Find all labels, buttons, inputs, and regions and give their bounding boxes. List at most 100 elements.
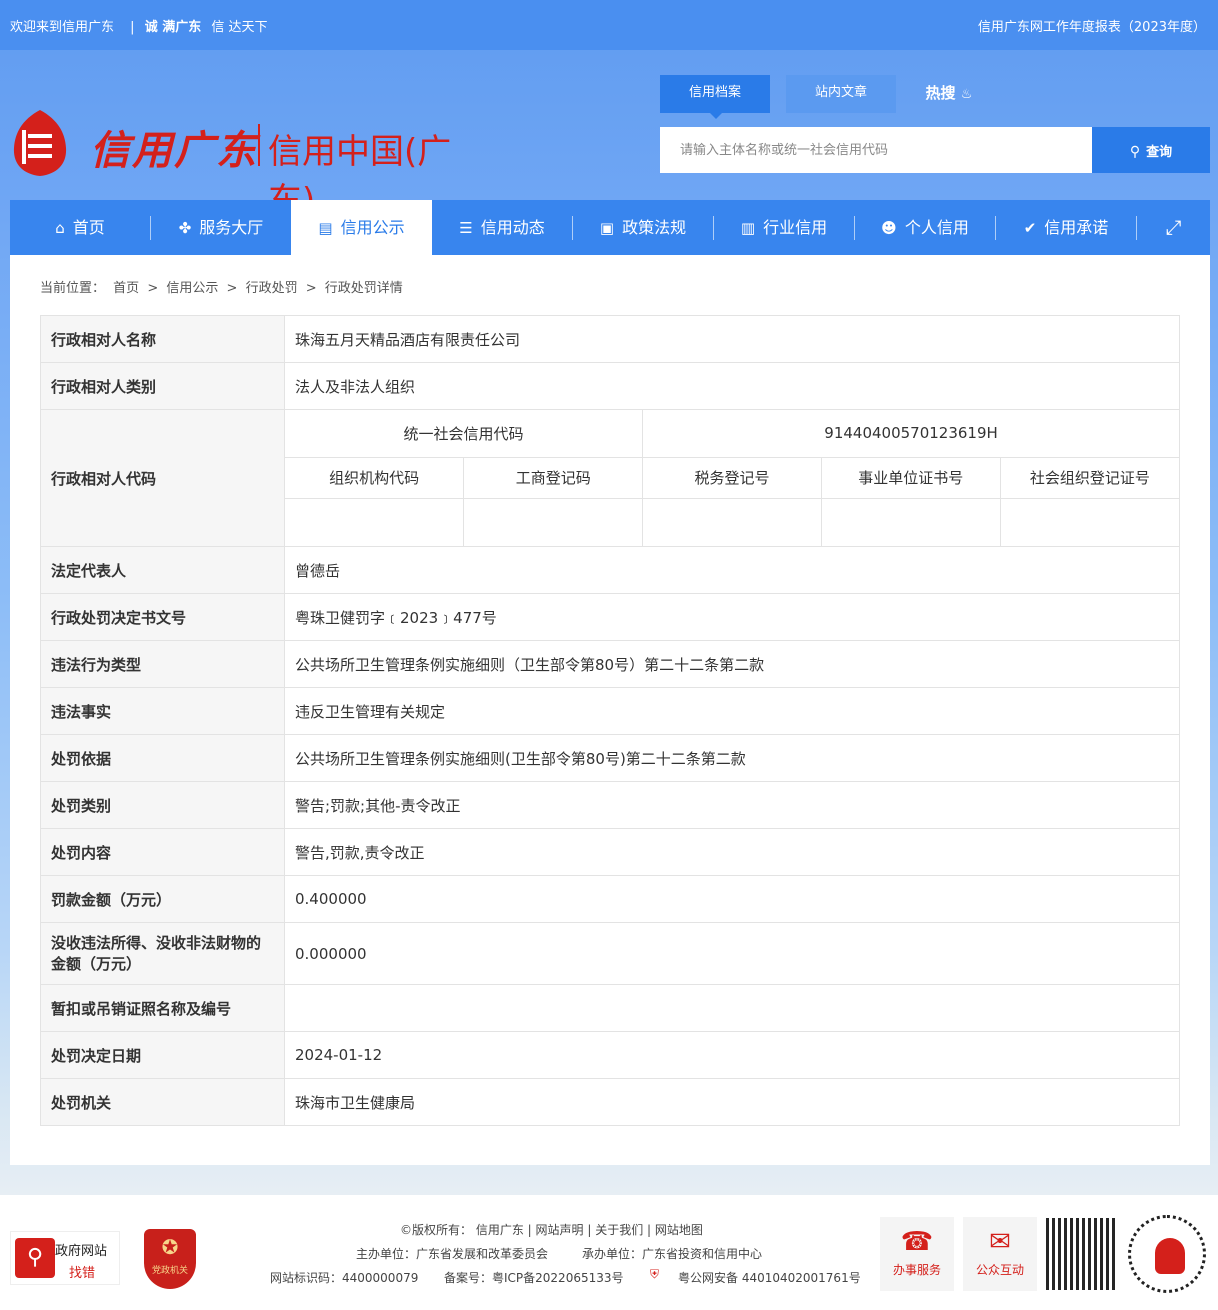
code-grid: 统一社会信用代码 91440400570123619H 组织机构代码 工商登记码… (285, 410, 1179, 546)
table-row: 没收违法所得、没收非法财物的金额（万元） 0.000000 (40, 922, 1180, 985)
search-button-label: 查询 (1146, 144, 1173, 160)
logo-brand-text: 信用广东 (90, 127, 258, 174)
field-label: 行政处罚决定书文号 (40, 593, 285, 641)
breadcrumb-sep: > (147, 281, 159, 296)
mini-program-code-icon (1128, 1215, 1206, 1293)
content-panel: 当前位置： 首页 > 信用公示 > 行政处罚 > 行政处罚详情 行政相对人名称 … (10, 255, 1210, 1165)
table-row: 处罚内容 警告,罚款,责令改正 (40, 828, 1180, 876)
footer-link-home[interactable]: 信用广东 (476, 1223, 524, 1237)
message-icon: ✉ (989, 1227, 1011, 1257)
field-label: 处罚决定日期 (40, 1031, 285, 1079)
uscc-label: 统一社会信用代码 (285, 410, 644, 458)
party-badge-text: 党政机关 (151, 1266, 188, 1276)
nav-industry-credit[interactable]: ▥ 行业信用 (714, 200, 854, 255)
code-cell: 统一社会信用代码 91440400570123619H 组织机构代码 工商登记码… (284, 409, 1180, 547)
breadcrumb-home[interactable]: 首页 (113, 281, 139, 296)
table-row: 处罚类别 警告;罚款;其他-责令改正 (40, 781, 1180, 829)
field-label: 行政相对人代码 (40, 409, 285, 547)
party-gov-badge[interactable]: ✪ 党政机关 (144, 1229, 196, 1289)
footer-link-sitemap[interactable]: 网站地图 (655, 1223, 703, 1237)
table-row: 行政相对人名称 珠海五月天精品酒店有限责任公司 (40, 315, 1180, 363)
copyright-prefix: ©版权所有： (400, 1223, 473, 1237)
table-row: 法定代表人 曾德岳 (40, 546, 1180, 594)
table-row: 组织机构代码 工商登记码 税务登记号 事业单位证书号 社会组织登记证号 (285, 456, 1179, 499)
field-label: 处罚内容 (40, 828, 285, 876)
search-box: ⚲ 查询 (660, 127, 1210, 173)
table-row: 处罚依据 公共场所卫生管理条例实施细则(卫生部令第80号)第二十二条第二款 (40, 734, 1180, 782)
annual-report-link[interactable]: 信用广东网工作年度报表（2023年度） (978, 16, 1206, 35)
nav-home[interactable]: ⌂ 首页 (10, 200, 150, 255)
nav-personal-credit-label: 个人信用 (904, 218, 969, 237)
tab-credit-archive[interactable]: 信用档案 (660, 75, 770, 119)
footer-site-id: 网站标识码：4400000079 (270, 1271, 419, 1285)
field-label: 违法事实 (40, 687, 285, 735)
field-label: 行政相对人名称 (40, 315, 285, 363)
search-icon: ⚲ (1129, 143, 1141, 160)
breadcrumb: 当前位置： 首页 > 信用公示 > 行政处罚 > 行政处罚详情 (40, 277, 407, 296)
footer-host: 主办单位：广东省发展和改革委员会 (356, 1247, 549, 1261)
code-header: 组织机构代码 (285, 456, 465, 499)
footer-links: ©版权所有： 信用广东 | 网站声明 | 关于我们 | 网站地图 (400, 1223, 703, 1237)
interact-label: 公众互动 (975, 1263, 1024, 1277)
footer-police[interactable]: 粤公网安备 44010402001761号 (678, 1269, 861, 1286)
search-input[interactable] (660, 127, 1092, 173)
uscc-value: 91440400570123619H (642, 410, 1179, 458)
field-value: 公共场所卫生管理条例实施细则(卫生部令第80号)第二十二条第二款 (284, 734, 1180, 782)
board-icon: ▤ (318, 219, 333, 237)
footer: ⚲ 政府网站 找错 ✪ 党政机关 ©版权所有： 信用广东 | 网站声明 | 关于… (0, 1195, 1218, 1310)
footer-link-about[interactable]: 关于我们 (595, 1223, 643, 1237)
site-logo[interactable]: 信用广东 信用中国(广东) (10, 104, 490, 221)
nav-credit-commitment[interactable]: ✔ 信用承诺 (996, 200, 1136, 255)
shield-icon: ✔ (1023, 219, 1037, 237)
table-row: 统一社会信用代码 91440400570123619H (285, 410, 1179, 458)
code-header: 税务登记号 (642, 456, 822, 499)
field-label: 暂扣或吊销证照名称及编号 (40, 984, 285, 1032)
nav-credit-news[interactable]: ☰ 信用动态 (432, 200, 572, 255)
field-label: 处罚机关 (40, 1078, 285, 1126)
badge-bottom-text: 找错 (69, 1266, 96, 1281)
slogan-2: 信 达天下 (211, 20, 268, 35)
book-icon: ▣ (599, 219, 615, 237)
field-value: 粤珠卫健罚字﹝2023﹞477号 (284, 593, 1180, 641)
table-row: 处罚机关 珠海市卫生健康局 (40, 1078, 1180, 1126)
top-bar: 欢迎来到信用广东 | 诚 满广东 信 达天下 信用广东网工作年度报表（2023年… (0, 0, 1218, 50)
magnifier-icon: ⚲ (15, 1238, 55, 1278)
nav-home-label: 首页 (72, 218, 105, 237)
penalty-detail-table: 行政相对人名称 珠海五月天精品酒店有限责任公司 行政相对人类别 法人及非法人组织… (40, 315, 1180, 1126)
footer-link-statement[interactable]: 网站声明 (536, 1223, 584, 1237)
grid-icon: ✤ (178, 219, 192, 237)
gov-site-error-badge[interactable]: ⚲ 政府网站 找错 (10, 1231, 120, 1285)
police-badge-icon: ⛨ (650, 1267, 660, 1281)
tab-site-articles[interactable]: 站内文章 (786, 75, 896, 113)
table-row: 行政相对人类别 法人及非法人组织 (40, 362, 1180, 410)
search-button[interactable]: ⚲ 查询 (1092, 127, 1210, 173)
nav-policy-label: 政策法规 (622, 218, 687, 237)
field-value: 0.000000 (284, 922, 1180, 985)
table-row: 行政相对人代码 统一社会信用代码 91440400570123619H 组织机构… (40, 409, 1180, 547)
field-label: 违法行为类型 (40, 640, 285, 688)
nav-policy[interactable]: ▣ 政策法规 (573, 200, 713, 255)
breadcrumb-sep: > (226, 281, 238, 296)
field-value (284, 984, 1180, 1032)
service-button[interactable]: ☎ 办事服务 (880, 1217, 954, 1291)
footer-icp[interactable]: 备案号：粤ICP备2022065133号 (444, 1269, 624, 1286)
breadcrumb-current: 行政处罚详情 (324, 281, 403, 296)
breadcrumb-penalty[interactable]: 行政处罚 (246, 281, 298, 296)
service-label: 办事服务 (892, 1263, 941, 1277)
nav-service-hall[interactable]: ✤ 服务大厅 (151, 200, 291, 255)
code-value (285, 497, 465, 546)
field-value: 法人及非法人组织 (284, 362, 1180, 410)
expand-icon[interactable]: ⤢ (1137, 200, 1210, 255)
field-value: 珠海五月天精品酒店有限责任公司 (284, 315, 1180, 363)
welcome-label: 欢迎来到信用广东 (10, 20, 115, 35)
doc-icon: ☰ (459, 219, 473, 237)
field-value: 0.400000 (284, 875, 1180, 923)
breadcrumb-publicity[interactable]: 信用公示 (166, 281, 218, 296)
code-value (999, 497, 1179, 546)
field-label: 行政相对人类别 (40, 362, 285, 410)
interact-button[interactable]: ✉ 公众互动 (963, 1217, 1037, 1291)
nav-credit-publicity[interactable]: ▤ 信用公示 (291, 200, 432, 255)
tab-hot-search[interactable]: 热搜 ♨ (914, 75, 984, 113)
nav-personal-credit[interactable]: ☻ 个人信用 (855, 200, 995, 255)
field-label: 没收违法所得、没收非法财物的金额（万元） (40, 922, 285, 985)
